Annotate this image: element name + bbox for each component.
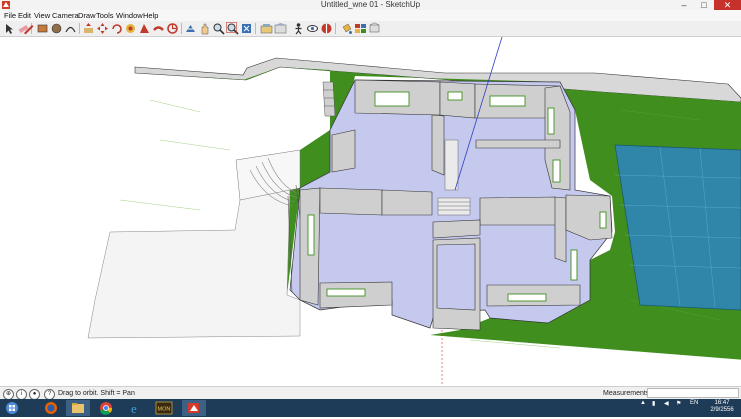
flag-icon[interactable]: ⚑ — [676, 400, 681, 407]
chrome-icon[interactable] — [96, 400, 120, 416]
clock-time: 16:47 — [714, 400, 730, 406]
orbit-tool-icon[interactable] — [184, 22, 197, 35]
volume-icon[interactable]: ◀ — [664, 400, 669, 407]
warehouse-tool-icon[interactable] — [274, 22, 287, 35]
menu-window[interactable]: Window — [116, 10, 143, 21]
house-model-drawing[interactable] — [0, 37, 741, 385]
follow-me-tool-icon[interactable] — [152, 22, 165, 35]
mon-app-icon[interactable]: MON — [153, 400, 177, 416]
system-clock[interactable]: 16:47 2/9/2556 — [705, 400, 739, 414]
paint-bucket-tool-icon[interactable] — [340, 22, 353, 35]
styles-tool-icon[interactable] — [354, 22, 367, 35]
circle-tool-icon[interactable] — [50, 22, 63, 35]
maximize-button[interactable]: □ — [694, 0, 714, 10]
zoom-extents-tool-icon[interactable] — [240, 22, 253, 35]
close-button[interactable]: ✕ — [714, 0, 741, 10]
menu-file[interactable]: File — [4, 10, 16, 21]
start-button[interactable] — [2, 400, 26, 416]
toolbar-separator — [181, 23, 182, 34]
measurements-box[interactable] — [647, 388, 739, 398]
tape-measure-tool-icon[interactable] — [166, 22, 179, 35]
move-tool-icon[interactable] — [96, 22, 109, 35]
toolbar-separator — [79, 23, 80, 34]
taskbar: e MON ▲ ▮ ◀ ⚑ EN 16:47 2/9/2556 — [0, 399, 741, 417]
rotate-tool-icon[interactable] — [110, 22, 123, 35]
offset-tool-icon[interactable] — [124, 22, 137, 35]
network-icon[interactable]: ▮ — [652, 400, 655, 407]
menu-tools[interactable]: Tools — [96, 10, 114, 21]
scale-tool-icon[interactable] — [138, 22, 151, 35]
pan-tool-icon[interactable] — [198, 22, 211, 35]
section-tool-icon[interactable] — [320, 22, 333, 35]
svg-text:MON: MON — [158, 407, 171, 413]
push-pull-tool-icon[interactable] — [82, 22, 95, 35]
svg-text:e: e — [131, 401, 137, 416]
toolbar — [0, 21, 741, 37]
select-tool-icon[interactable] — [3, 22, 16, 35]
menu-edit[interactable]: Edit — [18, 10, 31, 21]
walk-tool-icon[interactable] — [292, 22, 305, 35]
tray-expand-icon[interactable]: ▲ — [640, 400, 646, 406]
sketchup-taskbar-icon[interactable] — [182, 400, 206, 416]
toolbar-separator — [255, 23, 256, 34]
firefox-icon[interactable] — [41, 400, 65, 416]
status-bar: ⊕ i ● ? Drag to orbit. Shift = Pan Measu… — [0, 386, 741, 400]
arc-tool-icon[interactable] — [64, 22, 77, 35]
minimize-button[interactable]: – — [674, 0, 694, 10]
model-viewport[interactable] — [0, 37, 741, 385]
zoom-tool-icon[interactable] — [212, 22, 225, 35]
window-title: Untitled_wne 01 - SketchUp — [320, 0, 421, 9]
language-icon[interactable]: EN — [690, 400, 698, 406]
pencil-tool-icon[interactable] — [22, 22, 35, 35]
side-stairs — [322, 81, 336, 117]
internet-explorer-icon[interactable]: e — [126, 400, 150, 416]
file-explorer-icon[interactable] — [66, 400, 90, 416]
driveway-area — [87, 187, 301, 339]
look-around-tool-icon[interactable] — [306, 22, 319, 35]
zoom-window-tool-icon[interactable] — [226, 22, 239, 35]
rectangle-tool-icon[interactable] — [36, 22, 49, 35]
menu-draw[interactable]: Draw — [78, 10, 96, 21]
menu-view[interactable]: View — [34, 10, 50, 21]
menu-help[interactable]: Help — [143, 10, 158, 21]
scenes-tool-icon[interactable] — [368, 22, 381, 35]
menu-bar: File Edit View Camera Draw Tools Window … — [0, 10, 741, 21]
toolbar-separator — [335, 23, 336, 34]
component-browser-icon[interactable] — [260, 22, 273, 35]
clock-date: 2/9/2556 — [710, 407, 734, 413]
menu-camera[interactable]: Camera — [52, 10, 79, 21]
